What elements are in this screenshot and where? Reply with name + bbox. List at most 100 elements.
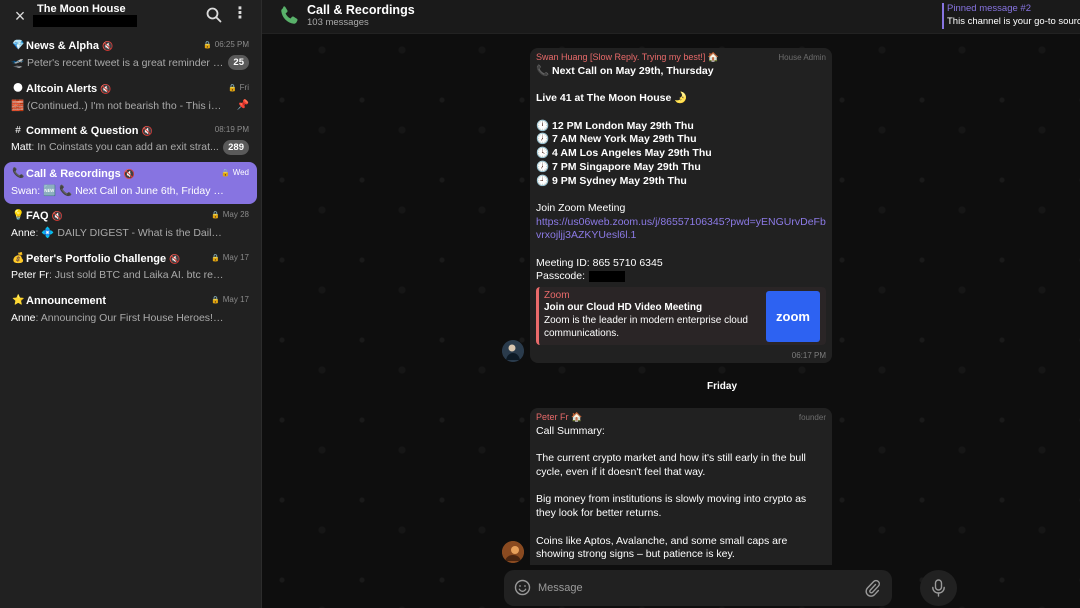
- chat-name: Call & Recordings 🔇: [26, 167, 135, 180]
- avatar[interactable]: [502, 340, 524, 362]
- lock-icon: 🔒: [211, 212, 220, 219]
- pinned-message[interactable]: Pinned message #2 This channel is your g…: [942, 3, 1080, 29]
- chat-preview: Peter Fr: Just sold BTC and Laika AI. bt…: [11, 268, 225, 281]
- message-line: Call Summary:: [536, 425, 605, 437]
- message-bubble[interactable]: Swan Huang [Slow Reply. Trying my best!]…: [530, 48, 832, 363]
- pinned-text: This channel is your go-to source: [947, 16, 1080, 27]
- message-line: [536, 243, 828, 257]
- chat-preview: Swan: 🆕 📞 Next Call on June 6th, Friday …: [11, 184, 225, 197]
- muted-icon: 🔇: [101, 41, 114, 51]
- zoom-link[interactable]: https://us06web.zoom.us/j/86557106345?pw…: [536, 216, 828, 230]
- sidebar-header: × The Moon House ⋮: [0, 0, 261, 34]
- zoom-logo-icon: zoom: [766, 291, 820, 342]
- message-text: Call Summary: The current crypto market …: [536, 425, 828, 562]
- lock-icon: 🔒: [211, 254, 220, 262]
- date-separator: Friday: [707, 381, 738, 392]
- chat-list: 💎 News & Alpha 🔇 🔒 06:25 PM 🛫 Peter's rece…: [0, 34, 261, 332]
- passcode: Passcode:: [536, 270, 828, 284]
- lock-icon: 🔒: [211, 297, 220, 304]
- chat-item-announcement[interactable]: ⭐ Announcement 🔒 May 17 Anne: Announcing …: [4, 289, 257, 332]
- close-icon[interactable]: ×: [10, 6, 30, 26]
- redacted-subtitle: [33, 15, 137, 27]
- zoom-link[interactable]: vrxojljj3AZKYUesl6l.1: [536, 229, 828, 243]
- message-line: [536, 106, 828, 120]
- message-line: [536, 521, 828, 535]
- lightbulb-icon: 💡: [12, 210, 25, 221]
- group-title: The Moon House: [37, 3, 126, 15]
- phone-icon: [281, 6, 298, 24]
- chat-time: 🔒 Wed: [220, 167, 249, 177]
- search-icon[interactable]: [205, 6, 223, 24]
- chat-item-portfolio-challenge[interactable]: 💰 Peter's Portfolio Challenge 🔇 🔒 May 17 P…: [4, 247, 257, 290]
- message-sender[interactable]: Swan Huang [Slow Reply. Trying my best!]…: [536, 52, 719, 63]
- message-time: 06:17 PM: [791, 351, 826, 360]
- message-line: The current crypto market and how it's s…: [536, 452, 806, 479]
- chat-name: Comment & Question 🔇: [26, 125, 153, 137]
- more-menu-icon[interactable]: ⋮: [232, 6, 248, 24]
- pinned-title: Pinned message #2: [947, 3, 1031, 14]
- message-line: 🕛 12 PM London May 29th Thu: [536, 119, 694, 132]
- message-sender[interactable]: Peter Fr 🏠: [536, 412, 582, 423]
- pin-icon: 📌: [236, 99, 249, 111]
- message-line: 🕘 9 PM Sydney May 29th Thu: [536, 174, 687, 187]
- chat-main: Call & Recordings 103 messages Pinned me…: [262, 0, 1080, 608]
- attach-icon[interactable]: [864, 579, 880, 597]
- message-line: 🕖 7 PM Singapore May 29th Thu: [536, 160, 701, 173]
- chat-item-news-alpha[interactable]: 💎 News & Alpha 🔇 🔒 06:25 PM 🛫 Peter's rece…: [4, 34, 257, 77]
- message-bubble[interactable]: Peter Fr 🏠 founder Call Summary: The cur…: [530, 408, 832, 565]
- message-line: 📞 Next Call on May 29th, Thursday: [536, 65, 714, 77]
- message-input[interactable]: [538, 580, 838, 596]
- message-line: [536, 188, 828, 202]
- muted-icon: 🔇: [123, 168, 135, 179]
- muted-icon: 🔇: [100, 83, 112, 94]
- message-text: 📞 Next Call on May 29th, Thursday Live 4…: [536, 65, 828, 284]
- unread-badge: 289: [223, 140, 249, 155]
- chat-item-call-recordings[interactable]: 📞 Call & Recordings 🔇 🔒 Wed Swan: 🆕 📞 Next…: [4, 161, 257, 204]
- preview-description: Zoom is the leader in modern enterprise …: [544, 315, 748, 339]
- preview-site: Zoom: [544, 290, 570, 301]
- message-line: [536, 79, 828, 93]
- chat-name: Peter's Portfolio Challenge 🔇: [26, 252, 181, 265]
- chat-time: 🔒 May 17: [211, 252, 249, 262]
- message-count: 103 messages: [307, 17, 369, 28]
- chat-item-altcoin-alerts[interactable]: 🌑 Altcoin Alerts 🔇 🔒 Fri 🧱 (Continued..) I…: [4, 77, 257, 120]
- muted-icon: 🔇: [169, 253, 181, 264]
- emoji-icon[interactable]: [514, 579, 531, 596]
- link-preview[interactable]: Zoom Join our Cloud HD Video Meeting Zoo…: [536, 287, 826, 345]
- message-line: Live 41 at The Moon House 🌛: [536, 92, 688, 105]
- sender-role: House Admin: [778, 53, 826, 62]
- money-bag-icon: 💰: [12, 252, 25, 264]
- chat-item-faq[interactable]: 💡 FAQ 🔇 🔒 May 28 Anne: 💠 DAILY DIGEST - Wh…: [4, 204, 257, 247]
- chat-name: Announcement: [26, 295, 107, 307]
- sender-role: founder: [798, 413, 826, 422]
- voice-message-button[interactable]: [920, 570, 957, 606]
- star-icon: ⭐: [12, 295, 25, 306]
- chat-name: News & Alpha 🔇: [26, 40, 114, 52]
- chat-time: 08:19 PM: [214, 125, 249, 134]
- message-line: [536, 480, 828, 494]
- redacted-passcode: [589, 271, 626, 283]
- message-line: 🕖 7 AM New York May 29th Thu: [536, 133, 697, 146]
- chat-header[interactable]: Call & Recordings 103 messages Pinned me…: [262, 0, 1080, 34]
- hashtag-icon: #: [15, 125, 21, 136]
- message-line: Coins like Aptos, Avalanche, and some sm…: [536, 534, 788, 561]
- chat-preview: Anne: Announcing Our First House Heroes!…: [11, 312, 225, 324]
- preview-title: Join our Cloud HD Video Meeting: [544, 302, 703, 313]
- avatar[interactable]: [502, 541, 524, 563]
- muted-icon: 🔇: [141, 126, 153, 136]
- chat-time: 🔒 May 17: [211, 295, 249, 304]
- muted-icon: 🔇: [51, 211, 63, 221]
- chat-time: 🔒 06:25 PM: [203, 40, 249, 49]
- phone-icon: 📞: [12, 167, 25, 179]
- unread-badge: 25: [228, 55, 249, 70]
- chat-name: FAQ 🔇: [26, 210, 63, 222]
- meeting-id: Meeting ID: 865 5710 6345: [536, 256, 663, 269]
- chat-time: 🔒 May 28: [211, 210, 249, 219]
- chat-title: Call & Recordings: [307, 3, 415, 17]
- chat-item-comment-question[interactable]: # Comment & Question 🔇 08:19 PM Matt: In …: [4, 119, 257, 162]
- diamond-icon: 💎: [12, 40, 25, 51]
- message-line: 🕓 4 AM Los Angeles May 29th Thu: [536, 147, 712, 160]
- chat-name: Altcoin Alerts 🔇: [26, 82, 112, 95]
- moon-icon: 🌑: [12, 82, 24, 94]
- message-composer: [504, 570, 892, 606]
